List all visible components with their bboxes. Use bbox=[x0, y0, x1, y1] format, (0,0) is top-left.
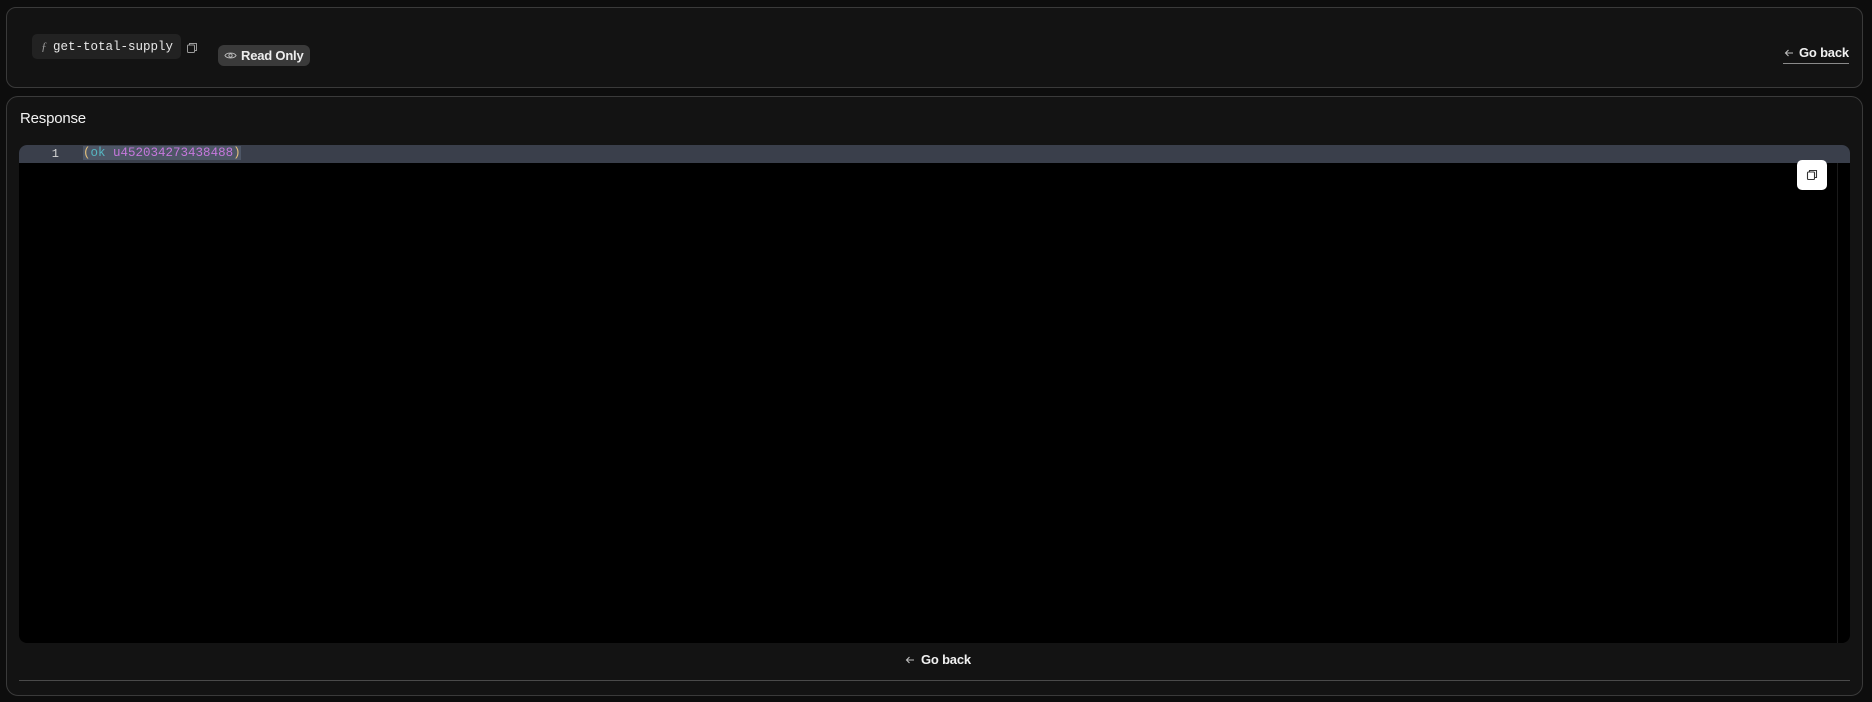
arrow-left-icon bbox=[905, 656, 914, 663]
ok-keyword: ok bbox=[90, 146, 106, 160]
read-only-badge: Read Only bbox=[218, 45, 310, 66]
code-line[interactable]: (ok u452034273438488) bbox=[83, 146, 241, 160]
vertical-scrollbar[interactable] bbox=[1837, 163, 1850, 643]
go-back-label: Go back bbox=[921, 652, 971, 667]
active-line-highlight bbox=[19, 145, 1850, 163]
read-only-label: Read Only bbox=[241, 48, 304, 63]
go-back-link[interactable]: Go back bbox=[1783, 45, 1849, 64]
arrow-left-icon bbox=[1784, 49, 1793, 56]
function-chip: ƒ get-total-supply bbox=[32, 34, 182, 59]
copy-response-button[interactable] bbox=[1797, 160, 1827, 190]
copy-icon[interactable] bbox=[185, 41, 199, 55]
response-title: Response bbox=[20, 110, 86, 127]
eye-icon bbox=[224, 52, 237, 59]
divider bbox=[19, 680, 1850, 681]
go-back-label: Go back bbox=[1799, 45, 1849, 60]
go-back-button[interactable]: Go back bbox=[904, 652, 971, 667]
function-icon: ƒ bbox=[41, 39, 47, 53]
uint-value: u452034273438488 bbox=[113, 146, 234, 160]
header-panel: ƒ get-total-supply Read Only Go back bbox=[6, 7, 1863, 88]
line-number: 1 bbox=[51, 147, 59, 161]
response-editor[interactable]: 1 (ok u452034273438488) bbox=[19, 145, 1850, 643]
function-name: get-total-supply bbox=[53, 39, 174, 54]
response-panel: Response 1 (ok u452034273438488) Go back bbox=[6, 96, 1863, 696]
close-paren: ) bbox=[233, 146, 241, 160]
open-paren: ( bbox=[83, 146, 91, 160]
copy-icon bbox=[1806, 169, 1818, 181]
